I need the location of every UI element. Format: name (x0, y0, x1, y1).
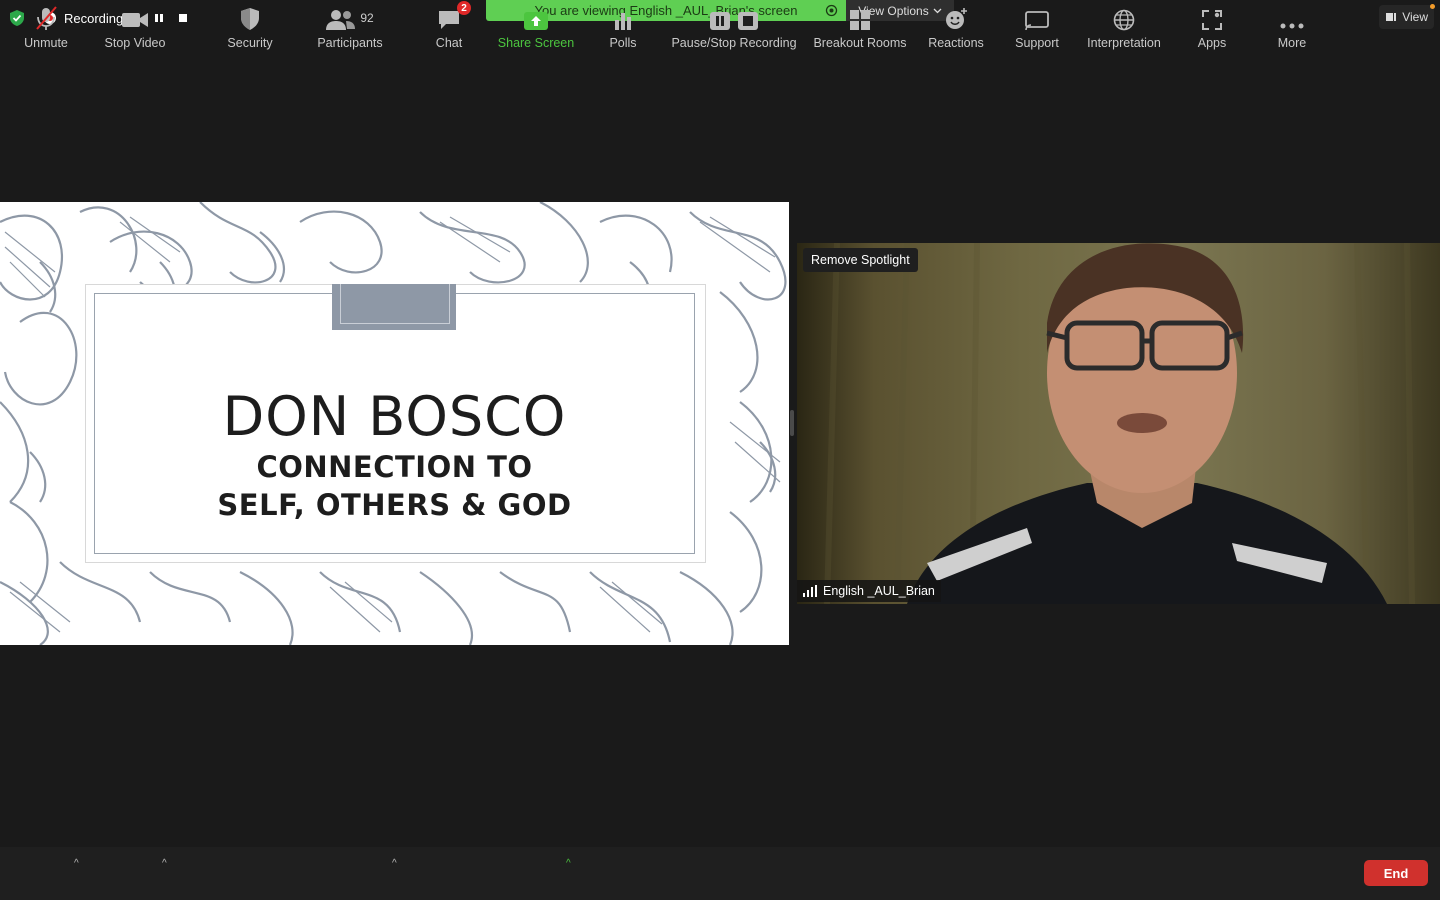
chat-button[interactable]: 2 Chat (424, 0, 474, 53)
more-label: More (1277, 36, 1307, 50)
interpretation-label: Interpretation (1087, 36, 1161, 50)
chat-unread-badge: 2 (457, 1, 471, 15)
slide-subtitle-line2: SELF, OTHERS & GOD (217, 488, 572, 522)
participants-button[interactable]: 92 Participants (312, 0, 388, 53)
breakout-rooms-icon (850, 10, 870, 30)
notification-dot (1430, 4, 1435, 9)
remove-spotlight-button[interactable]: Remove Spotlight (803, 248, 918, 272)
more-dots-icon (1280, 23, 1304, 29)
polls-label: Polls (609, 36, 637, 50)
participants-options-caret[interactable]: ^ (392, 858, 402, 869)
audio-options-caret[interactable]: ^ (74, 858, 84, 869)
support-label: Support (1015, 36, 1059, 50)
slide-subtitle-line1: CONNECTION TO (256, 450, 533, 484)
pause-stop-recording-button[interactable]: Pause/Stop Recording (670, 0, 798, 53)
participants-icon (326, 10, 356, 30)
cast-screen-icon (1025, 11, 1049, 31)
video-camera-icon (122, 13, 148, 27)
globe-icon (1113, 9, 1135, 31)
unmute-label: Unmute (24, 36, 68, 50)
interpretation-button[interactable]: Interpretation (1082, 0, 1166, 53)
chat-label: Chat (435, 36, 463, 50)
security-shield-outline-icon (241, 8, 259, 30)
participants-label: Participants (317, 36, 383, 50)
card-tab-inner (340, 284, 450, 324)
security-button[interactable]: Security (220, 0, 280, 53)
participant-video[interactable] (797, 243, 1440, 604)
chat-bubble-icon (439, 11, 459, 29)
more-button[interactable]: More (1270, 0, 1314, 53)
view-button[interactable]: View (1379, 4, 1435, 29)
share-screen-icon (524, 12, 548, 30)
end-meeting-button[interactable]: End (1364, 860, 1428, 886)
breakout-rooms-label: Breakout Rooms (813, 36, 907, 50)
signal-strength-icon (803, 585, 817, 597)
unmute-button[interactable]: Unmute (16, 0, 76, 53)
person-video-frame (824, 243, 1415, 604)
apps-label: Apps (1197, 36, 1227, 50)
share-screen-button[interactable]: Share Screen (494, 0, 578, 53)
view-label: View (1402, 10, 1428, 24)
stop-video-button[interactable]: Stop Video (100, 0, 170, 53)
polls-bar-icon (615, 13, 631, 30)
microphone-muted-icon (36, 6, 57, 30)
security-label: Security (227, 36, 273, 50)
apps-button[interactable]: Apps (1190, 0, 1234, 53)
stop-recording-button[interactable] (176, 11, 190, 25)
meeting-toolbar (0, 847, 1440, 900)
pause-recording-icon (710, 12, 730, 30)
share-options-caret[interactable]: ^ (566, 858, 576, 869)
apps-icon (1202, 10, 1222, 30)
video-options-caret[interactable]: ^ (162, 858, 172, 869)
participant-name: English _AUL_Brian (823, 584, 935, 598)
splitter-handle[interactable] (790, 410, 794, 436)
support-button[interactable]: Support (1008, 0, 1066, 53)
stop-icon (179, 14, 188, 22)
slide-title: DON BOSCO (222, 385, 567, 448)
view-layout-icon (1386, 13, 1397, 21)
polls-button[interactable]: Polls (600, 0, 646, 53)
breakout-rooms-button[interactable]: Breakout Rooms (812, 0, 908, 53)
participants-count: 92 (360, 11, 374, 25)
stop-video-label: Stop Video (104, 36, 166, 50)
participant-name-tag: English _AUL_Brian (797, 580, 941, 602)
share-screen-label: Share Screen (497, 36, 575, 50)
reactions-button[interactable]: Reactions (924, 0, 988, 53)
reactions-emoji-icon (946, 8, 967, 29)
pause-stop-recording-label: Pause/Stop Recording (671, 36, 797, 50)
stop-recording-icon (738, 12, 758, 30)
reactions-label: Reactions (928, 36, 984, 50)
